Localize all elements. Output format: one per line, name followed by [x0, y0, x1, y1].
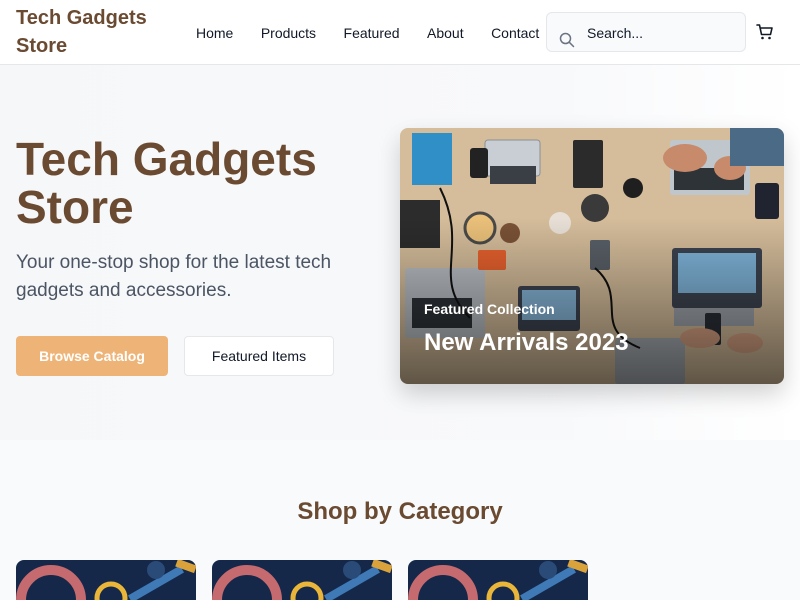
brand-logo[interactable]: Tech Gadgets Store [16, 4, 176, 60]
category-card[interactable] [408, 560, 588, 600]
nav-link-featured[interactable]: Featured [344, 22, 400, 44]
category-image [408, 560, 588, 600]
hero-title: Tech Gadgets Store [16, 133, 317, 233]
nav-link-about[interactable]: About [427, 22, 464, 44]
nav-link-home[interactable]: Home [196, 22, 233, 44]
browse-catalog-button[interactable]: Browse Catalog [16, 336, 168, 376]
hero-section: Tech Gadgets Store Your one-stop shop fo… [0, 65, 800, 440]
feature-kicker: Featured Collection [424, 301, 555, 317]
cart-icon[interactable] [755, 22, 775, 42]
search-icon [559, 32, 575, 48]
category-image [16, 560, 196, 600]
category-card[interactable] [212, 560, 392, 600]
featured-items-button[interactable]: Featured Items [184, 336, 334, 376]
site-header: Tech Gadgets Store Home Products Feature… [0, 0, 800, 65]
main-nav: Home Products Featured About Contact [196, 22, 544, 44]
category-heading: Shop by Category [297, 498, 503, 525]
category-image [212, 560, 392, 600]
feature-title: New Arrivals 2023 [424, 329, 629, 356]
search-input[interactable] [587, 22, 737, 44]
search-box [546, 12, 746, 52]
category-card[interactable] [16, 560, 196, 600]
featured-collection-card[interactable]: Featured Collection New Arrivals 2023 [400, 128, 784, 384]
nav-link-products[interactable]: Products [261, 22, 316, 44]
hero-subtitle: Your one-stop shop for the latest tech g… [16, 252, 332, 301]
nav-link-contact[interactable]: Contact [491, 22, 539, 44]
